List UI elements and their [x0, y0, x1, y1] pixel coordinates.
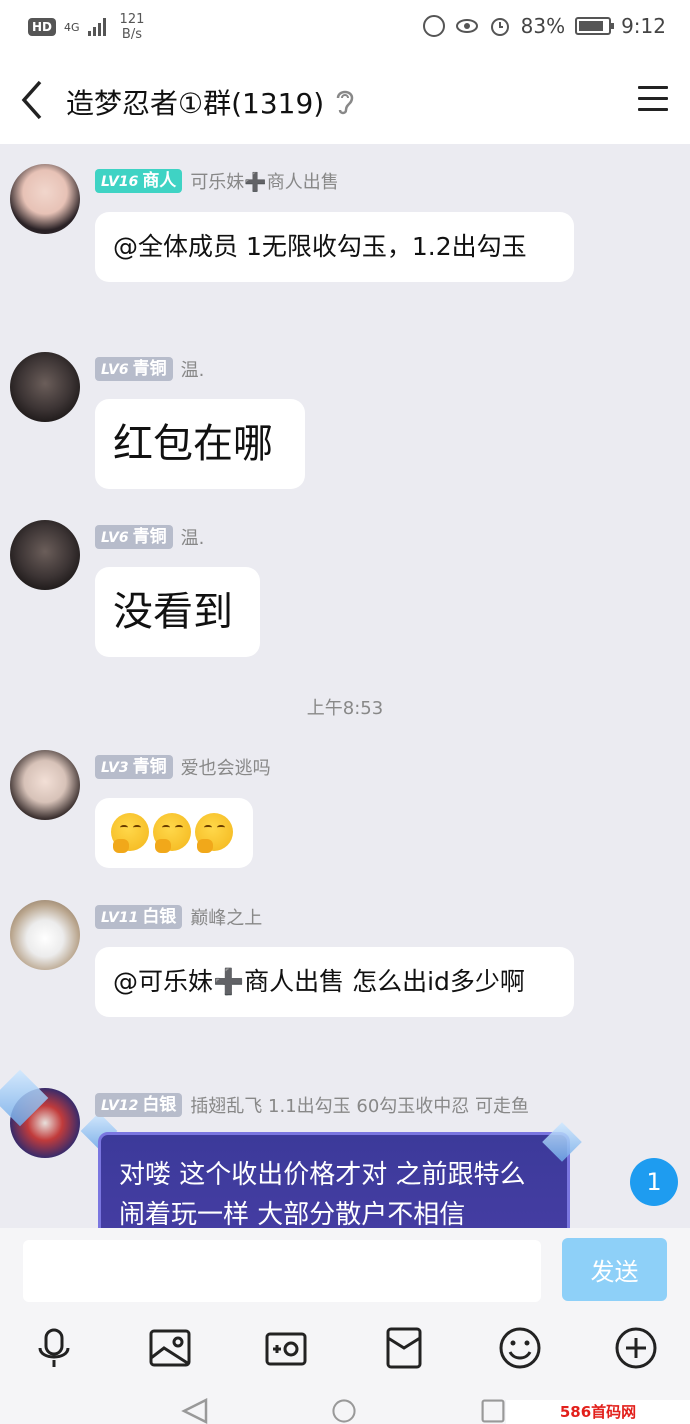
avatar[interactable]: [10, 900, 80, 970]
chat-header: 造梦忍者①群(1319): [0, 56, 690, 144]
signal-icon: [87, 18, 106, 36]
battery-icon: [575, 17, 615, 35]
input-toolbar: [0, 1314, 690, 1384]
message-meta: LV16 商人 可乐妹➕商人出售: [95, 168, 339, 194]
network-type: 4G: [64, 20, 80, 34]
clock: 9:12: [621, 14, 666, 38]
input-bar: 发送: [0, 1228, 690, 1314]
watermark: 586首码网 www.h586.com: [506, 1400, 690, 1424]
sender-name: 爱也会逃吗: [180, 758, 271, 779]
sender-name: 温.: [180, 528, 205, 549]
network-speed: 121 B/s: [120, 12, 145, 42]
message-bubble[interactable]: @全体成员 1无限收勾玉，1.2出勾玉: [95, 212, 574, 282]
menu-icon[interactable]: [638, 86, 668, 114]
level-badge: LV3 青铜: [95, 755, 173, 779]
avatar[interactable]: [10, 520, 80, 590]
avatar[interactable]: [10, 352, 80, 422]
group-title: 造梦忍者①群(1319): [66, 87, 325, 120]
send-button[interactable]: 发送: [562, 1238, 667, 1301]
sender-name: 可乐妹➕商人出售: [190, 172, 339, 193]
back-arrow-icon[interactable]: [18, 78, 48, 122]
speed-value: 121: [119, 12, 145, 27]
nav-home-icon[interactable]: [328, 1398, 360, 1424]
avatar[interactable]: [10, 750, 80, 820]
nfc-icon: [422, 15, 445, 37]
level-badge: LV12 白银: [95, 1093, 183, 1117]
level-badge: LV6 青铜: [95, 525, 173, 549]
message-bubble[interactable]: 没看到: [95, 567, 260, 657]
message-bubble[interactable]: 对喽 这个收出价格才对 之前跟特么闹着玩一样 大部分散户不相信: [98, 1132, 570, 1228]
message-bubble[interactable]: @可乐妹➕商人出售 怎么出id多少啊: [95, 947, 574, 1017]
message-bubble[interactable]: [95, 798, 253, 868]
battery-percent: 83%: [520, 14, 566, 38]
nav-recent-icon[interactable]: [478, 1398, 508, 1424]
unread-badge[interactable]: 1: [630, 1158, 678, 1206]
sender-name: 插翅乱飞 1.1出勾玉 60勾玉收中忍 可走鱼: [190, 1096, 530, 1117]
emoji-icon[interactable]: [498, 1326, 542, 1370]
red-packet-icon[interactable]: [382, 1326, 426, 1370]
time-divider: 上午8:53: [306, 698, 384, 719]
face-with-hand-over-mouth-icon: [153, 813, 191, 853]
ear-icon[interactable]: [332, 86, 358, 116]
level-badge: LV11 白银: [95, 905, 183, 929]
message-meta: LV3 青铜 爱也会逃吗: [95, 754, 271, 780]
image-icon[interactable]: [148, 1326, 192, 1370]
nav-back-icon[interactable]: [180, 1398, 210, 1424]
avatar[interactable]: [10, 164, 80, 234]
face-with-hand-over-mouth-icon: [195, 813, 233, 853]
message-meta: LV6 青铜 温.: [95, 524, 204, 550]
speed-unit: B/s: [121, 27, 142, 42]
message-bubble[interactable]: 红包在哪: [95, 399, 305, 489]
chat-list[interactable]: LV16 商人 可乐妹➕商人出售 @全体成员 1无限收勾玉，1.2出勾玉 LV6 青…: [0, 144, 690, 1228]
hd-indicator: HD: [28, 18, 57, 36]
message-meta: LV6 青铜 温.: [95, 356, 204, 382]
plus-icon[interactable]: [614, 1326, 658, 1370]
eye-comfort-icon: [455, 19, 478, 33]
level-badge: LV16 商人: [95, 169, 183, 193]
status-bar: HD 4G 121 B/s 83% 9:12: [0, 0, 690, 56]
sender-name: 巅峰之上: [190, 908, 263, 929]
message-meta: LV12 白银 插翅乱飞 1.1出勾玉 60勾玉收中忍 可走鱼: [95, 1092, 529, 1118]
microphone-icon[interactable]: [32, 1326, 76, 1370]
level-badge: LV6 青铜: [95, 357, 173, 381]
face-with-hand-over-mouth-icon: [111, 813, 149, 853]
message-meta: LV11 白银 巅峰之上: [95, 904, 262, 930]
camera-icon[interactable]: [264, 1326, 308, 1370]
alarm-icon: [490, 18, 509, 36]
sender-name: 温.: [180, 360, 205, 381]
message-input[interactable]: [23, 1240, 541, 1302]
